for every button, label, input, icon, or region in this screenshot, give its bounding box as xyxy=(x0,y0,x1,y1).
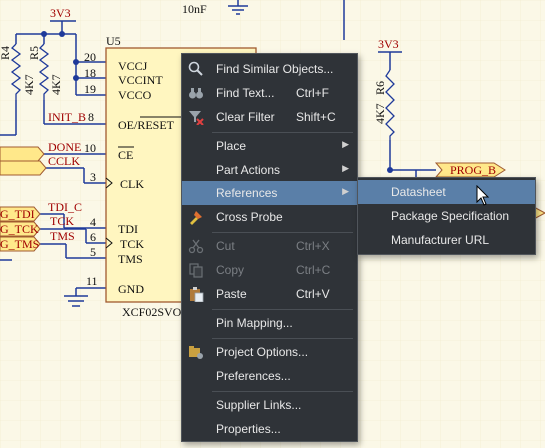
pin-name: TDI xyxy=(118,222,138,236)
resistor-value: 4K7 xyxy=(22,74,36,95)
net-label-cclk[interactable]: CCLK xyxy=(48,154,80,168)
chip-designator: U5 xyxy=(106,34,121,48)
port-left-cut[interactable] xyxy=(0,146,45,162)
menu-item-clear-filter[interactable]: Clear Filter Shift+C xyxy=(182,105,357,129)
menu-separator xyxy=(212,391,353,392)
menu-item-project-options[interactable]: Project Options... xyxy=(182,340,357,364)
pin-name: VCCJ xyxy=(118,59,148,73)
menu-item-properties[interactable]: Properties... xyxy=(182,417,357,441)
menu-item-place[interactable]: Place ▶ xyxy=(182,134,357,158)
menu-item-part-actions[interactable]: Part Actions ▶ xyxy=(182,158,357,182)
menu-item-copy[interactable]: Copy Ctrl+C xyxy=(182,258,357,282)
port-prog-b[interactable]: PROG_B xyxy=(434,162,506,178)
net-label-tck[interactable]: TCK xyxy=(50,214,74,228)
pin-number: 3 xyxy=(90,170,96,184)
submenu-arrow-icon: ▶ xyxy=(342,139,349,149)
pin-number: 20 xyxy=(84,50,96,64)
mouse-cursor-icon xyxy=(476,185,490,206)
port-label: G_TCK xyxy=(0,222,39,236)
menu-item-paste[interactable]: Paste Ctrl+V xyxy=(182,282,357,306)
net-label-tms[interactable]: TMS xyxy=(50,229,75,243)
menu-item-find-text[interactable]: Find Text... Ctrl+F xyxy=(182,81,357,105)
resistor-ref: R5 xyxy=(27,46,41,60)
resistor-ref: R4 xyxy=(0,46,12,60)
references-submenu: Datasheet Package Specification Manufact… xyxy=(357,177,536,255)
copy-icon xyxy=(188,262,204,278)
menu-item-cross-probe[interactable]: Cross Probe xyxy=(182,205,357,229)
pin-name: VCCINT xyxy=(118,73,163,87)
menu-item-cut[interactable]: Cut Ctrl+X xyxy=(182,234,357,258)
menu-item-pin-mapping[interactable]: Pin Mapping... xyxy=(182,311,357,335)
pin-number: 11 xyxy=(86,274,98,288)
project-options-icon xyxy=(188,344,204,360)
pin-number: 18 xyxy=(84,66,96,80)
find-similar-icon xyxy=(188,61,204,77)
power-label-3v3-right: 3V3 xyxy=(378,37,399,51)
submenu-item-datasheet[interactable]: Datasheet xyxy=(358,180,535,204)
resistor-ref: R6 xyxy=(373,81,387,95)
pin-name: CE xyxy=(118,148,133,162)
net-label-done[interactable]: DONE xyxy=(48,140,81,154)
net-label-tdi-c[interactable]: TDI_C xyxy=(48,200,82,214)
pin-number: 10 xyxy=(84,141,96,155)
menu-item-find-similar[interactable]: Find Similar Objects... xyxy=(182,57,357,81)
paste-icon xyxy=(188,286,204,303)
port-left-cut-2[interactable] xyxy=(0,160,47,176)
menu-separator xyxy=(212,232,353,233)
menu-separator xyxy=(212,338,353,339)
port-g-tms[interactable]: G_TMS xyxy=(0,236,41,252)
chip-part-number: XCF02SVO xyxy=(122,305,182,319)
menu-item-references[interactable]: References ▶ xyxy=(182,181,357,205)
submenu-item-manufacturer-url[interactable]: Manufacturer URL xyxy=(358,228,535,252)
context-menu: Find Similar Objects... Find Text... Ctr… xyxy=(181,53,358,442)
port-label: G_TDI xyxy=(0,207,35,221)
binoculars-icon xyxy=(188,85,204,101)
pin-number: 5 xyxy=(90,245,96,259)
pin-name: CLK xyxy=(120,177,144,191)
resistor-value: 4K7 xyxy=(373,103,387,124)
menu-separator xyxy=(212,309,353,310)
pin-name: TMS xyxy=(118,252,143,266)
submenu-item-package-specification[interactable]: Package Specification xyxy=(358,204,535,228)
cap-value: 10nF xyxy=(182,2,207,16)
cross-probe-icon xyxy=(188,209,204,225)
pin-name: GND xyxy=(118,282,144,296)
pin-name: TCK xyxy=(120,237,144,251)
menu-item-supplier-links[interactable]: Supplier Links... xyxy=(182,393,357,417)
port-g-tck[interactable]: G_TCK xyxy=(0,221,41,237)
menu-item-preferences[interactable]: Preferences... xyxy=(182,364,357,388)
port-label: G_TMS xyxy=(0,237,39,251)
port-g-tdi[interactable]: G_TDI xyxy=(0,206,41,222)
power-label-3v3: 3V3 xyxy=(50,6,71,20)
submenu-arrow-icon: ▶ xyxy=(342,186,349,196)
pin-number: 6 xyxy=(90,230,96,244)
submenu-arrow-icon: ▶ xyxy=(342,163,349,173)
menu-separator xyxy=(212,132,353,133)
resistor-value: 4K7 xyxy=(49,74,63,95)
net-label-init-b[interactable]: INIT_B xyxy=(48,110,86,124)
pin-name: OE/RESET xyxy=(118,118,175,132)
scissors-icon xyxy=(188,238,204,254)
pin-number: 8 xyxy=(88,110,94,124)
pin-name: VCCO xyxy=(118,88,152,102)
pin-number: 19 xyxy=(84,82,96,96)
port-label: PROG_B xyxy=(450,163,496,177)
clear-filter-icon xyxy=(188,109,204,126)
pin-number: 4 xyxy=(90,215,96,229)
